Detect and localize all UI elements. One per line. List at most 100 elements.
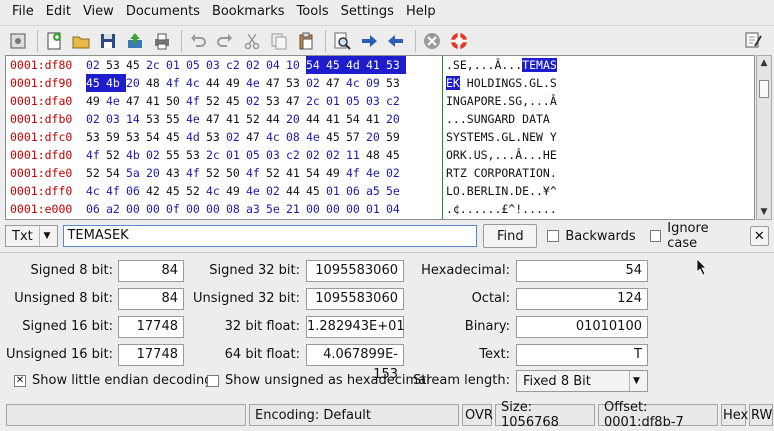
ignore-case-checkbox[interactable]: Ignore case [649, 221, 740, 251]
ascii-row[interactable]: ORK.US,...Â...HE [446, 146, 752, 164]
menu-settings[interactable]: Settings [335, 0, 400, 24]
hex-byte[interactable]: 2d [266, 218, 286, 219]
hex-byte[interactable]: 45 [86, 74, 106, 92]
unsigned-hex-checkbox[interactable]: Show unsigned as hexadecimal [207, 373, 430, 388]
hex-byte[interactable]: 4b [126, 146, 146, 164]
hex-byte[interactable]: 00 [206, 200, 226, 218]
hex-byte[interactable]: 2c [206, 146, 226, 164]
hex-byte[interactable]: 52 [186, 182, 206, 200]
hex-byte[interactable]: 4f [346, 164, 366, 182]
ascii-row[interactable]: RTZ CORPORATION. [446, 164, 752, 182]
find-button[interactable]: Find [483, 224, 538, 248]
hex-byte[interactable]: 55 [166, 146, 186, 164]
hex-byte[interactable]: 00 [386, 218, 406, 219]
hex-byte[interactable]: 59 [386, 128, 406, 146]
hex-row-bytes[interactable]: 02 53 45 2c 01 05 03 c2 02 04 10 54 45 4d 41 53 [86, 56, 442, 74]
hex-byte[interactable]: 00 [306, 218, 326, 219]
hex-byte[interactable]: 41 [366, 56, 386, 74]
hex-byte[interactable]: 53 [206, 128, 226, 146]
hex-byte[interactable]: 20 [146, 164, 166, 182]
hex-byte[interactable]: 43 [166, 164, 186, 182]
hex-byte[interactable]: 54 [346, 110, 366, 128]
hex-row-bytes[interactable]: 4f 52 4b 02 55 53 2c 01 05 03 c2 02 02 11 48 45 [86, 146, 442, 164]
hex-byte[interactable]: 05 [346, 92, 366, 110]
unsigned-hex-box[interactable] [207, 374, 219, 387]
hex-byte[interactable]: 4f [186, 164, 206, 182]
hex-view[interactable]: 0001:df80 0001:df90 0001:dfa0 0001:dfb0 0001… [5, 55, 755, 220]
hex-byte[interactable]: 53 [106, 56, 126, 74]
toolbar-button-upload[interactable] [123, 29, 147, 53]
little-endian-box[interactable]: ✕ [14, 374, 26, 387]
hex-byte[interactable]: 45 [386, 146, 406, 164]
hex-byte[interactable]: 4f [106, 182, 126, 200]
ascii-row[interactable]: .ô......R-..£^!. [446, 218, 752, 219]
hex-byte[interactable]: 42 [146, 182, 166, 200]
hex-byte[interactable]: 4f [186, 92, 206, 110]
hex-byte[interactable]: 41 [226, 110, 246, 128]
hex-byte[interactable]: 08 [286, 128, 306, 146]
toolbar-button-open-folder[interactable] [69, 29, 93, 53]
hex-byte[interactable]: 00 [186, 200, 206, 218]
hex-byte[interactable]: 0f [86, 218, 106, 219]
hex-row-bytes[interactable]: 53 59 53 54 45 4d 53 02 47 4c 08 4e 45 57 20 59 [86, 128, 442, 146]
hex-byte[interactable]: 52 [86, 164, 106, 182]
hex-byte[interactable]: 4f [166, 74, 186, 92]
hex-byte[interactable]: 4e [186, 110, 206, 128]
hex-byte[interactable]: 00 [146, 218, 166, 219]
hex-byte[interactable]: 4b [106, 74, 126, 92]
hex-byte[interactable]: 4c [206, 182, 226, 200]
hex-byte[interactable]: 21 [286, 200, 306, 218]
scroll-up-icon[interactable]: ▲ [759, 58, 769, 68]
hex-row-bytes[interactable]: 06 a2 00 00 0f 00 00 08 a3 5e 21 00 00 00 01 04 [86, 200, 442, 218]
hex-column[interactable]: 02 53 45 2c 01 05 03 c2 02 04 10 54 45 4d 41 53 45 4b 20 48… [86, 56, 442, 219]
menu-view[interactable]: View [77, 0, 120, 24]
hex-byte[interactable]: 00 [126, 200, 146, 218]
toolbar-button-forward[interactable] [357, 29, 381, 53]
toolbar-button-settings[interactable] [6, 29, 30, 53]
hex-byte[interactable]: 53 [126, 128, 146, 146]
hex-byte[interactable]: 49 [86, 92, 106, 110]
hex-byte[interactable]: 45 [306, 182, 326, 200]
hex-byte[interactable]: f4 [106, 218, 126, 219]
hex-byte[interactable]: 2c [306, 92, 326, 110]
menu-tools[interactable]: Tools [291, 0, 335, 24]
hex-byte[interactable]: 52 [246, 218, 266, 219]
hex-byte[interactable]: 00 [226, 218, 246, 219]
hex-byte[interactable]: 20 [366, 128, 386, 146]
hex-byte[interactable]: 08 [226, 200, 246, 218]
hex-byte[interactable]: 01 [286, 218, 306, 219]
little-endian-checkbox[interactable]: ✕ Show little endian decoding [14, 373, 213, 388]
hex-byte[interactable]: 00 [126, 218, 146, 219]
hex-byte[interactable]: 00 [326, 200, 346, 218]
hex-byte[interactable]: 02 [146, 146, 166, 164]
hex-byte[interactable]: a2 [106, 200, 126, 218]
hex-byte[interactable]: 47 [126, 92, 146, 110]
find-input[interactable]: TEMASEK [63, 225, 478, 247]
scrollbar-thumb[interactable] [759, 80, 769, 98]
hex-byte[interactable]: 4c [86, 182, 106, 200]
hex-byte[interactable]: 47 [286, 92, 306, 110]
hex-row-bytes[interactable]: 52 54 5a 20 43 4f 52 50 4f 52 41 54 49 4f 4e 02 [86, 164, 442, 182]
ascii-row[interactable]: EK HOLDINGS.GL.S [446, 74, 752, 92]
hex-byte[interactable]: 47 [246, 128, 266, 146]
hex-byte[interactable]: 05 [186, 56, 206, 74]
hex-byte[interactable]: 5a [126, 164, 146, 182]
hex-byte[interactable]: 57 [346, 128, 366, 146]
hex-byte[interactable]: 0f [166, 200, 186, 218]
hex-byte[interactable]: a5 [366, 182, 386, 200]
hex-byte[interactable]: 4e [246, 182, 266, 200]
toolbar-button-save[interactable] [96, 29, 120, 53]
vertical-scrollbar[interactable]: ▲ ▼ [756, 55, 772, 220]
toolbar-button-paste[interactable] [294, 29, 318, 53]
hex-byte[interactable]: 41 [286, 164, 306, 182]
hex-byte[interactable]: 03 [206, 56, 226, 74]
hex-byte[interactable]: 20 [386, 110, 406, 128]
close-find-button[interactable]: ✕ [749, 226, 769, 246]
hex-byte[interactable]: 47 [206, 110, 226, 128]
hex-byte[interactable]: 44 [266, 110, 286, 128]
toolbar-button-undo[interactable] [186, 29, 210, 53]
hex-byte[interactable]: 21 [366, 218, 386, 219]
hex-row-bytes[interactable]: 4c 4f 06 42 45 52 4c 49 4e 02 44 45 01 06 a5 5e [86, 182, 442, 200]
hex-byte[interactable]: 44 [286, 182, 306, 200]
hex-row-bytes[interactable]: 45 4b 20 48 4f 4c 44 49 4e 47 53 02 47 4c 09 53 [86, 74, 442, 92]
